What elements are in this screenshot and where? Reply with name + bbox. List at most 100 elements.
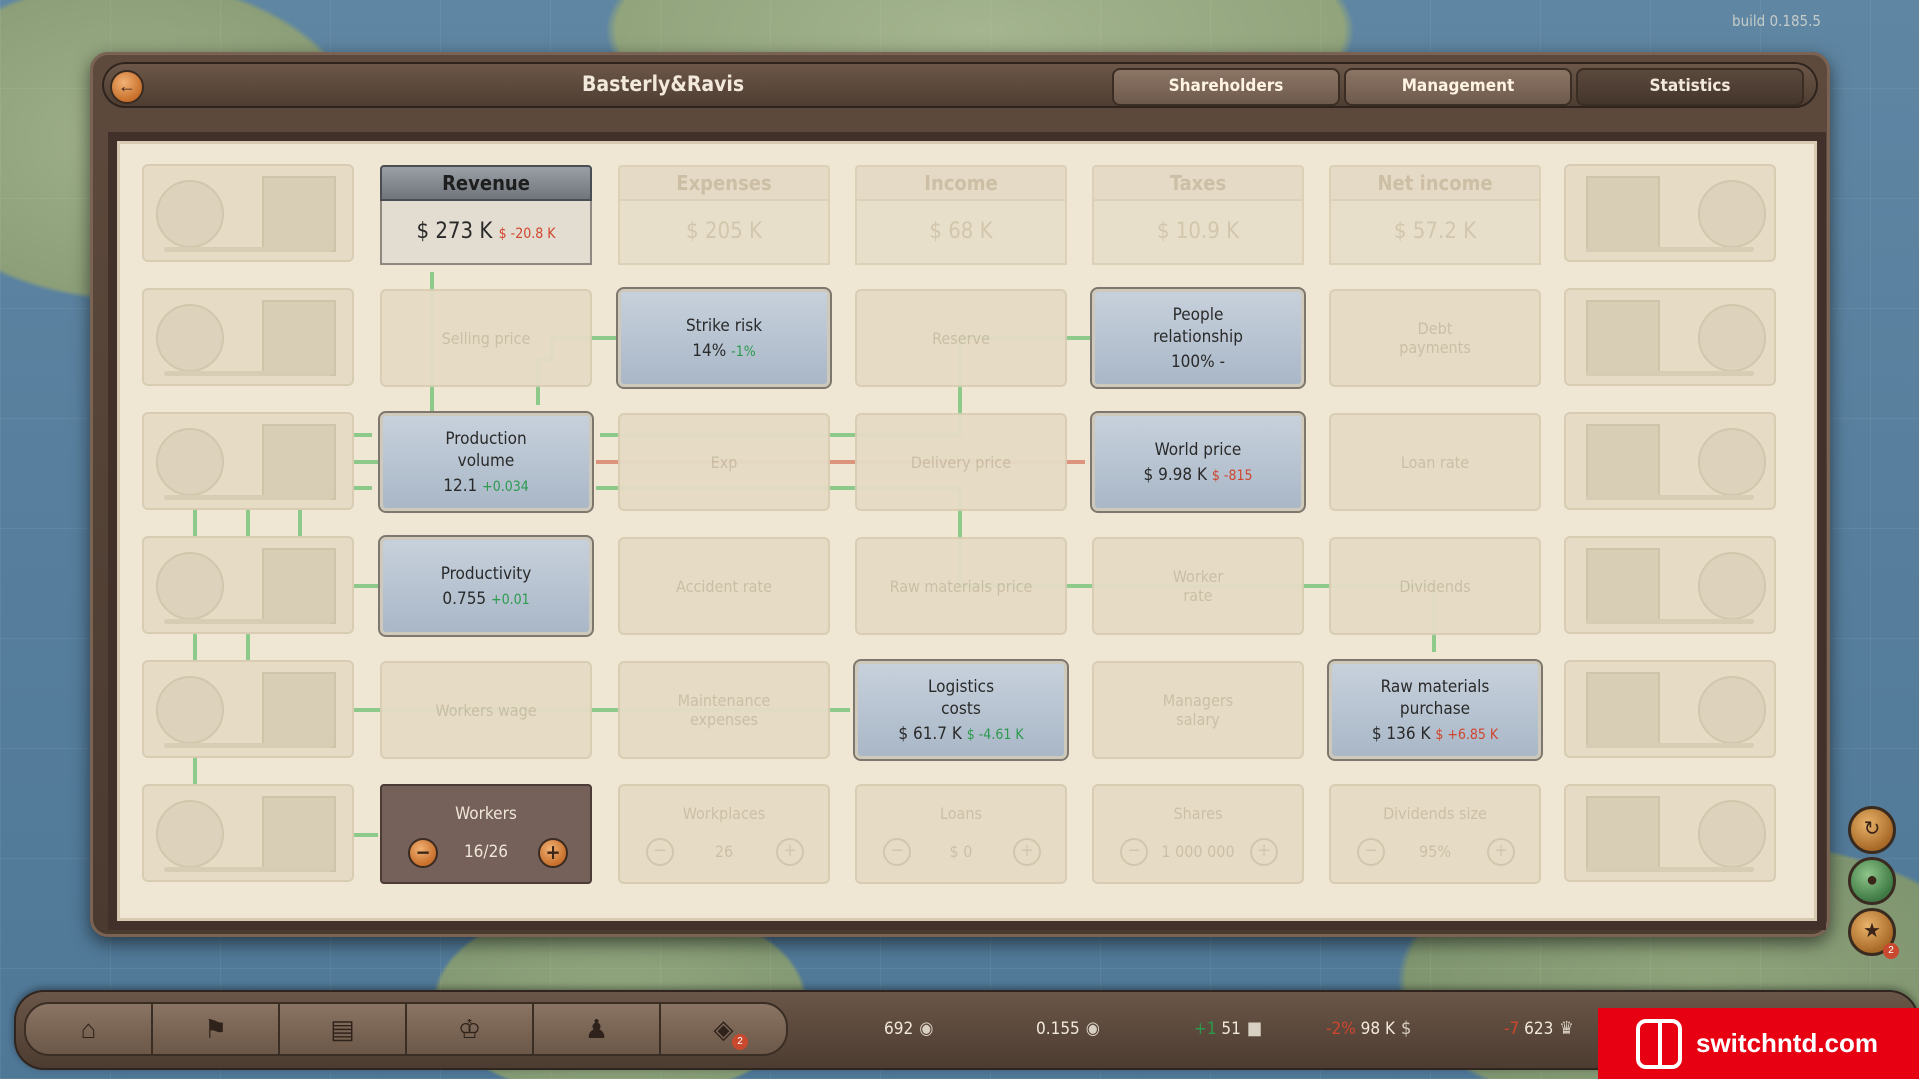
arrow-left-icon: ← [118, 76, 136, 96]
crown-icon: ♛ [1559, 1018, 1574, 1039]
shares-increase-button[interactable]: + [1250, 838, 1278, 866]
income-card[interactable]: Income $ 68 K [855, 165, 1067, 265]
logistics-costs-title: Logistics costs [927, 677, 995, 719]
people-relationship-card[interactable]: People relationship 100% - [1090, 287, 1306, 389]
income-value: $ 68 K [855, 201, 1067, 265]
watermark-text: switchntd.com [1696, 1028, 1879, 1058]
tab-bar: Shareholders Management Statistics [1108, 68, 1804, 106]
managers-salary-card[interactable]: Managers salary [1092, 661, 1304, 759]
taxes-value: $ 10.9 K [1092, 201, 1304, 265]
workplaces-title: Workplaces [682, 804, 766, 823]
debt-payments-card[interactable]: Debt payments [1329, 289, 1541, 387]
worker-rate-card[interactable]: Worker rate [1092, 537, 1304, 635]
refresh-button[interactable]: ↻ [1848, 806, 1896, 854]
net-income-value: $ 57.2 K [1329, 201, 1541, 265]
factory-button[interactable]: ⌂ [26, 1004, 153, 1054]
raw-materials-purchase-title: Raw materials purchase [1380, 677, 1490, 719]
watermark-logo: switchntd.com [1598, 1008, 1919, 1079]
revenue-value-row: $ 273 K $ -20.8 K [380, 201, 592, 265]
plus-icon: + [545, 840, 561, 864]
managers-salary-label: Managers salary [1162, 691, 1234, 729]
delivery-price-card[interactable]: Delivery price [855, 413, 1067, 511]
taxes-card[interactable]: Taxes $ 10.9 K [1092, 165, 1304, 265]
achievements-button[interactable]: ★ 2 [1848, 908, 1899, 959]
back-button[interactable]: ← [110, 70, 144, 104]
switch-logo-icon [1636, 1018, 1682, 1069]
productivity-card[interactable]: Productivity 0.755 +0.01 [378, 535, 594, 637]
exp-card[interactable]: Exp [618, 413, 830, 511]
world-price-card[interactable]: World price $ 9.98 K $ -815 [1090, 411, 1306, 513]
revenue-card[interactable]: Revenue $ 273 K $ -20.8 K [380, 165, 592, 265]
logistics-costs-value-row: $ 61.7 K $ -4.61 K [898, 724, 1023, 744]
stat-money: -2% 98 K $ [1326, 1018, 1411, 1039]
factory-icon: ⌂ [80, 1013, 97, 1044]
trophy-icon: ♔ [457, 1013, 482, 1044]
star-icon: ★ [1863, 920, 1881, 942]
coins-icon: ◉ [1085, 1018, 1100, 1039]
dividends-card[interactable]: Dividends [1329, 537, 1541, 635]
expenses-card[interactable]: Expenses $ 205 K [618, 165, 830, 265]
people-relationship-title: People relationship [1153, 305, 1243, 347]
workers-wage-label: Workers wage [435, 700, 537, 720]
strike-risk-value: 14% [692, 341, 727, 361]
research-badge: 2 [732, 1034, 748, 1050]
dividends-size-title: Dividends size [1383, 804, 1487, 823]
workplaces-stepper: Workplaces − 26 + [618, 784, 830, 884]
workers-wage-card[interactable]: Workers wage [380, 661, 592, 759]
agent-button[interactable]: ♟ [534, 1004, 661, 1054]
portrait-card [1564, 412, 1776, 510]
tab-management[interactable]: Management [1344, 68, 1572, 106]
raw-materials-purchase-card[interactable]: Raw materials purchase $ 136 K $ +6.85 K [1327, 659, 1543, 761]
tab-shareholders[interactable]: Shareholders [1112, 68, 1340, 106]
accident-rate-label: Accident rate [676, 576, 772, 596]
dividends-size-increase-button[interactable]: + [1487, 838, 1515, 866]
stat-rate-value: 0.155 [1036, 1019, 1080, 1039]
build-version: build 0.185.5 [1732, 12, 1821, 30]
maintenance-expenses-card[interactable]: Maintenance expenses [618, 661, 830, 759]
net-income-card[interactable]: Net income $ 57.2 K [1329, 165, 1541, 265]
accident-rate-card[interactable]: Accident rate [618, 537, 830, 635]
selling-price-card[interactable]: Selling price [380, 289, 592, 387]
tab-statistics[interactable]: Statistics [1576, 68, 1804, 106]
workplaces-increase-button[interactable]: + [776, 838, 804, 866]
dividends-label: Dividends [1399, 576, 1471, 596]
portrait-card [142, 412, 354, 510]
strike-risk-title: Strike risk [685, 316, 763, 336]
world-price-title: World price [1154, 440, 1242, 460]
worker-rate-label: Worker rate [1172, 567, 1224, 605]
reserve-card[interactable]: Reserve [855, 289, 1067, 387]
agent-icon: ♟ [584, 1013, 609, 1044]
loans-stepper: Loans − $ 0 + [855, 784, 1067, 884]
dollar-icon: $ [1401, 1018, 1412, 1039]
raw-materials-price-card[interactable]: Raw materials price [855, 537, 1067, 635]
portrait-card [1564, 660, 1776, 758]
production-volume-card[interactable]: Production volume 12.1 +0.034 [378, 411, 594, 513]
revenue-value: $ 273 K [416, 219, 493, 244]
production-volume-value: 12.1 [443, 476, 478, 496]
government-button[interactable]: ▤ [280, 1004, 407, 1054]
hat-icon: ■ [1246, 1018, 1263, 1039]
loan-rate-card[interactable]: Loan rate [1329, 413, 1541, 511]
raw-materials-purchase-value-row: $ 136 K $ +6.85 K [1372, 724, 1498, 744]
debt-payments-label: Debt payments [1399, 319, 1471, 357]
nav-group: ⌂ ⚑ ▤ ♔ ♟ ◈ 2 [24, 1002, 788, 1056]
net-income-title: Net income [1329, 165, 1541, 201]
workers-increase-button[interactable]: + [538, 838, 568, 868]
map-toggle-button[interactable]: ● [1848, 857, 1896, 905]
expenses-value: $ 205 K [618, 201, 830, 265]
portrait-card [142, 536, 354, 634]
stat-influence-delta: +1 [1194, 1019, 1217, 1039]
stat-prestige-value: 623 [1524, 1019, 1554, 1039]
loans-increase-button[interactable]: + [1013, 838, 1041, 866]
logistics-costs-card[interactable]: Logistics costs $ 61.7 K $ -4.61 K [853, 659, 1069, 761]
map-icon: ⚑ [203, 1013, 228, 1044]
coins-icon: ◉ [919, 1018, 934, 1039]
strike-risk-card[interactable]: Strike risk 14% -1% [616, 287, 832, 389]
strike-risk-value-row: 14% -1% [692, 341, 755, 361]
portrait-card [142, 784, 354, 882]
map-button[interactable]: ⚑ [153, 1004, 280, 1054]
trophy-button[interactable]: ♔ [407, 1004, 534, 1054]
productivity-delta: +0.01 [491, 592, 530, 608]
people-relationship-value: 100% - [1170, 352, 1226, 372]
research-button[interactable]: ◈ 2 [661, 1004, 786, 1054]
